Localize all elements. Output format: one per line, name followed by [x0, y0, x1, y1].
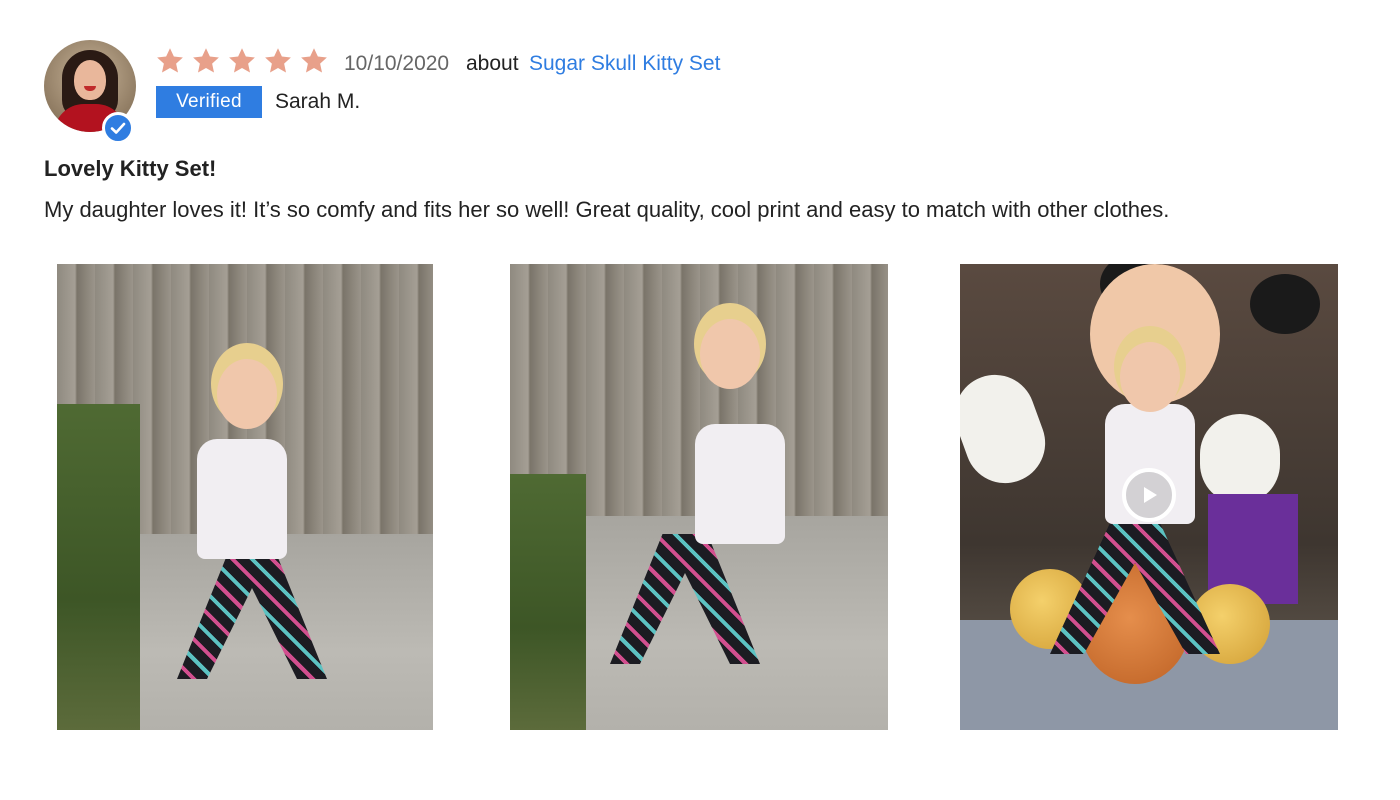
about-label: about: [466, 52, 519, 75]
star-rating: [155, 46, 329, 76]
review-photo-2[interactable]: [510, 264, 888, 730]
star-icon: [193, 48, 219, 73]
review-video[interactable]: [960, 264, 1338, 730]
review-photo-1[interactable]: [57, 264, 433, 730]
review-title: Lovely Kitty Set!: [44, 156, 217, 181]
star-icon: [265, 48, 291, 73]
star-icon: [229, 48, 255, 73]
star-icon: [157, 48, 183, 73]
review-date: 10/10/2020: [344, 52, 450, 75]
verified-check-icon: [102, 112, 134, 144]
review-card: 10/10/2020 about Sugar Skull Kitty Set V…: [0, 0, 1400, 800]
review-body: My daughter loves it! It’s so comfy and …: [44, 197, 1170, 222]
author-name: Sarah M.: [275, 90, 361, 113]
star-icon: [301, 48, 327, 73]
product-link[interactable]: Sugar Skull Kitty Set: [529, 52, 720, 76]
verified-badge: Verified: [156, 86, 262, 118]
play-icon[interactable]: [1122, 468, 1176, 522]
